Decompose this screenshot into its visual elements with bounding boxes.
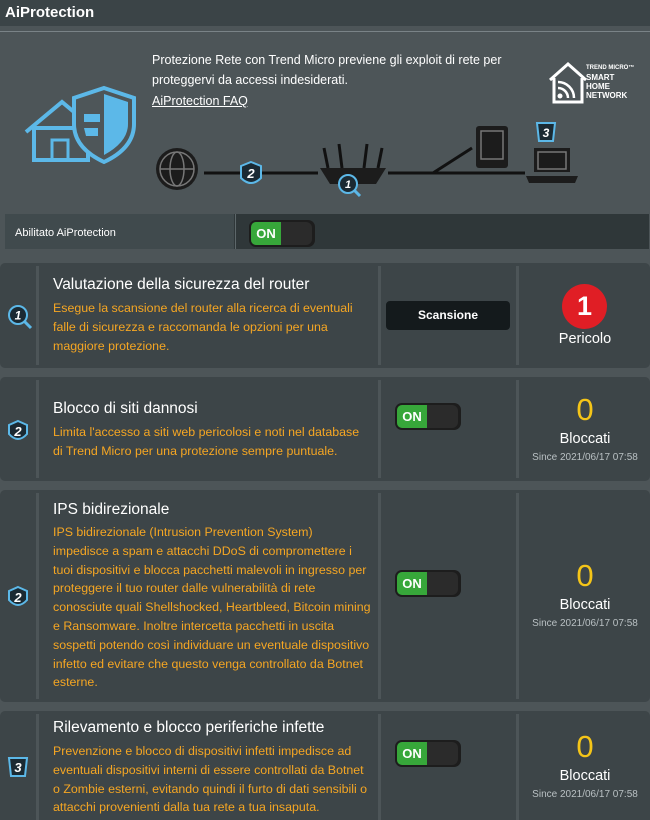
globe-icon: [156, 148, 198, 190]
card-divider: [516, 266, 519, 365]
card-divider: [516, 493, 519, 699]
enable-divider: [235, 214, 236, 249]
card-title: IPS bidirezionale: [53, 501, 170, 518]
card-title: Rilevamento e blocco periferiche infette: [53, 719, 325, 736]
laptop-icon: [526, 148, 578, 183]
toggle-state: ON: [251, 222, 281, 245]
enable-label: Abilitato AiProtection: [15, 227, 116, 239]
toggle-state: ON: [397, 572, 427, 595]
since-timestamp: Since 2021/06/17 07:58: [532, 618, 638, 629]
card-divider: [378, 493, 381, 699]
toggle-state: ON: [397, 742, 427, 765]
svg-text:2: 2: [246, 166, 255, 181]
home-shield-icon: [24, 85, 136, 164]
phone-icon: [476, 126, 508, 168]
toggle-knob: [281, 222, 312, 245]
card-divider: [378, 714, 381, 820]
faq-link[interactable]: AiProtection FAQ: [152, 94, 248, 108]
svg-text:1: 1: [15, 309, 22, 323]
ips-toggle[interactable]: ON: [395, 570, 461, 597]
infected-devices-toggle[interactable]: ON: [395, 740, 461, 767]
blocked-count: 0: [576, 558, 594, 593]
card-description: Limita l'accesso a siti web pericolosi e…: [53, 425, 360, 458]
card-divider: [516, 714, 519, 820]
status-label: Bloccati: [559, 597, 611, 613]
card-divider: [36, 714, 39, 820]
enable-label-cell: Abilitato AiProtection: [5, 214, 234, 249]
svg-text:2: 2: [13, 424, 22, 439]
card-description: Esegue la scansione del router alla rice…: [53, 301, 353, 353]
card-divider: [36, 266, 39, 365]
intro-description: Protezione Rete con Trend Micro previene…: [152, 53, 502, 87]
number-2-icon: 2: [8, 419, 28, 440]
number-2-icon: 2: [8, 585, 28, 606]
card-description: IPS bidirezionale (Intrusion Prevention …: [53, 525, 371, 690]
blocked-count: 0: [576, 392, 594, 427]
card-divider: [378, 380, 381, 478]
toggle-knob: [427, 405, 458, 428]
card-divider: [36, 493, 39, 699]
malicious-sites-toggle[interactable]: ON: [395, 403, 461, 430]
svg-text:3: 3: [14, 760, 22, 775]
since-timestamp: Since 2021/06/17 07:58: [532, 789, 638, 800]
badge-3-icon: 3: [535, 122, 557, 142]
card-divider: [516, 380, 519, 478]
svg-text:2: 2: [13, 590, 22, 605]
number-3-icon: 3: [7, 757, 29, 777]
svg-text:1: 1: [345, 179, 351, 191]
toggle-knob: [427, 572, 458, 595]
status-label: Pericolo: [558, 331, 612, 347]
card-title: Blocco di siti dannosi: [53, 400, 198, 417]
status-label: Bloccati: [559, 768, 611, 784]
toggle-state: ON: [397, 405, 427, 428]
blocked-count: 0: [576, 729, 594, 764]
card-description: Prevenzione e blocco di dispositivi infe…: [53, 744, 368, 815]
card-divider: [378, 266, 381, 365]
header-divider: [0, 31, 650, 32]
since-timestamp: Since 2021/06/17 07:58: [532, 452, 638, 463]
title-bar: AiProtection: [0, 0, 650, 26]
card-divider: [36, 380, 39, 478]
scan-button[interactable]: Scansione: [386, 301, 510, 330]
trend-micro-logo: TREND MICRO™ SMART HOME NETWORK: [586, 65, 635, 100]
network-diagram: 2 1 3: [156, 122, 578, 198]
danger-count-badge: 1: [562, 284, 607, 329]
svg-text:3: 3: [543, 126, 550, 140]
number-1-icon: 1: [8, 305, 33, 330]
card-title: Valutazione della sicurezza del router: [53, 276, 310, 293]
status-label: Bloccati: [559, 431, 611, 447]
badge-2-icon: 2: [240, 160, 262, 184]
page-title: AiProtection: [5, 4, 95, 21]
aiprotection-toggle[interactable]: ON: [249, 220, 315, 247]
toggle-knob: [427, 742, 458, 765]
